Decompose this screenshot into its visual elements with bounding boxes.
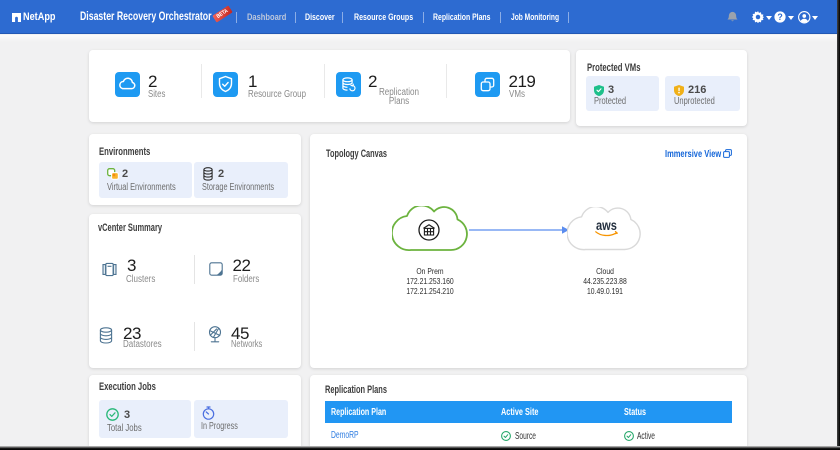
svg-text:?: ? <box>777 12 782 22</box>
